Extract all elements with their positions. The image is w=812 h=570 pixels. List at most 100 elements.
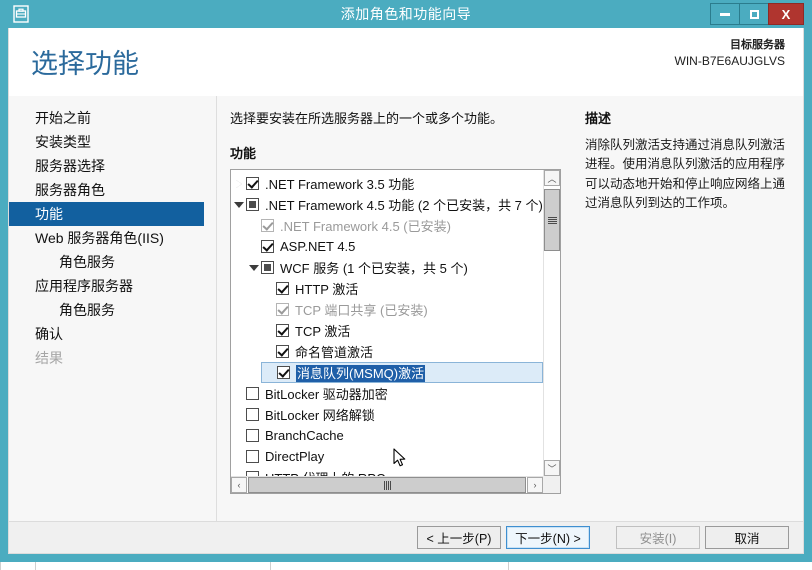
description-panel: 描述 消除队列激活支持通过消息队列激活进程。使用消息队列激活的应用程序可以动态地… [571, 96, 803, 521]
vertical-scrollbar[interactable]: ︿ ﹀ [543, 170, 560, 476]
tree-row-label: .NET Framework 4.5 功能 (2 个已安装，共 7 个) [265, 198, 543, 213]
checkbox-unchecked[interactable] [246, 387, 259, 400]
scroll-left-button[interactable]: ‹ [231, 477, 247, 493]
sidebar-item-label: 功能 [35, 206, 63, 222]
features-tree[interactable]: .NET Framework 3.5 功能 .NET Framework 4.5 … [231, 170, 543, 476]
checkbox-checked[interactable] [246, 177, 259, 190]
main-panel: 选择要安装在所选服务器上的一个或多个功能。 功能 .NET Framework … [218, 96, 571, 521]
tree-row-label: DirectPlay [265, 449, 325, 464]
sidebar-item-3[interactable]: 服务器角色 [9, 178, 216, 202]
tree-row[interactable]: WCF 服务 (1 个已安装，共 5 个) [246, 257, 543, 278]
body: 开始之前 安装类型 服务器选择 服务器角色 功能 Web 服务器角色(IIS) 角色服务 应用… [9, 96, 803, 521]
checkbox-checked[interactable] [277, 366, 290, 379]
close-button[interactable]: X [768, 3, 804, 25]
scroll-grip-icon-h [383, 480, 391, 490]
sidebar-item-label: 服务器选择 [35, 158, 105, 174]
tree-row[interactable]: TCP 激活 [261, 320, 543, 341]
sidebar-item-4[interactable]: 功能 [9, 202, 204, 226]
wizard-steps-sidebar: 开始之前 安装类型 服务器选择 服务器角色 功能 Web 服务器角色(IIS) 角色服务 应用… [9, 96, 217, 521]
tree-row[interactable]: HTTP 激活 [261, 278, 543, 299]
desktop-divider-vertical-3 [270, 562, 271, 570]
previous-button[interactable]: < 上一步(P) [417, 526, 501, 549]
next-button[interactable]: 下一步(N) > [506, 526, 590, 549]
sidebar-item-6[interactable]: 角色服务 [9, 250, 216, 274]
tree-row[interactable]: BitLocker 网络解锁 [231, 404, 543, 425]
tree-row[interactable]: BitLocker 驱动器加密 [231, 383, 543, 404]
sidebar-item-5[interactable]: Web 服务器角色(IIS) [9, 226, 216, 250]
server-wizard-icon [10, 3, 32, 25]
tree-row[interactable]: HTTP 代理上的 RPC [231, 467, 543, 476]
checkbox-checked [261, 219, 274, 232]
triangle-expanded-icon [233, 202, 244, 208]
tree-row[interactable]: 命名管道激活 [261, 341, 543, 362]
scroll-grip-icon [547, 216, 557, 224]
footer-buttons: < 上一步(P) 下一步(N) > 安装(I) 取消 [9, 521, 803, 553]
screen: 添加角色和功能向导 X 选择功能 目标服务器 WIN-B7E6AUJGLVS 开… [0, 0, 812, 570]
sidebar-item-label: 角色服务 [59, 254, 115, 270]
desktop-divider-vertical-4 [508, 562, 509, 570]
tree-row-label: HTTP 激活 [295, 282, 359, 297]
selected-text: 消息队列(MSMQ)激活 [296, 365, 426, 382]
sidebar-item-label: 开始之前 [35, 110, 91, 126]
wizard-window: 添加角色和功能向导 X 选择功能 目标服务器 WIN-B7E6AUJGLVS 开… [0, 0, 812, 562]
tree-row[interactable]: 消息队列(MSMQ)激活 [261, 362, 543, 383]
horizontal-scrollbar[interactable]: ‹ › [231, 476, 543, 493]
minimize-button[interactable] [710, 3, 740, 25]
sidebar-item-2[interactable]: 服务器选择 [9, 154, 216, 178]
sidebar-item-0[interactable]: 开始之前 [9, 106, 216, 130]
sidebar-item-9[interactable]: 确认 [9, 322, 216, 346]
window-controls: X [710, 3, 804, 25]
sidebar-item-7[interactable]: 应用程序服务器 [9, 274, 216, 298]
target-server-block: 目标服务器 WIN-B7E6AUJGLVS [675, 38, 785, 69]
scroll-right-button[interactable]: › [527, 477, 543, 493]
checkbox-checked[interactable] [261, 240, 274, 253]
checkbox-checked[interactable] [276, 282, 289, 295]
instruction-text: 选择要安装在所选服务器上的一个或多个功能。 [230, 111, 504, 126]
tree-row-label: HTTP 代理上的 RPC [265, 468, 385, 476]
tree-row[interactable]: TCP 端口共享 (已安装) [261, 299, 543, 320]
maximize-button[interactable] [739, 3, 769, 25]
tree-row[interactable]: .NET Framework 4.5 (已安装) [246, 215, 543, 236]
scroll-down-button[interactable]: ﹀ [544, 460, 560, 476]
sidebar-item-label: 服务器角色 [35, 182, 105, 198]
tree-row[interactable]: .NET Framework 4.5 功能 (2 个已安装，共 7 个) [231, 194, 543, 215]
vertical-scroll-thumb[interactable] [544, 189, 560, 251]
horizontal-scroll-thumb[interactable] [248, 477, 526, 493]
tree-row-label: .NET Framework 4.5 (已安装) [280, 219, 451, 234]
tree-row-label: .NET Framework 3.5 功能 [265, 177, 415, 192]
features-tree-box: .NET Framework 3.5 功能 .NET Framework 4.5 … [230, 169, 561, 494]
checkbox-unchecked[interactable] [246, 408, 259, 421]
chevron-down-icon[interactable] [246, 264, 261, 271]
triangle-expanded-icon [248, 265, 259, 271]
cancel-button[interactable]: 取消 [705, 526, 789, 549]
page-title: 选择功能 [31, 49, 139, 79]
tree-row[interactable]: .NET Framework 3.5 功能 [231, 173, 543, 194]
tree-row[interactable]: DirectPlay [231, 446, 543, 467]
page-header: 选择功能 目标服务器 WIN-B7E6AUJGLVS [9, 28, 803, 96]
sidebar-item-label: 确认 [35, 326, 63, 342]
scrollbar-corner [543, 476, 560, 493]
sidebar-item-8[interactable]: 角色服务 [9, 298, 216, 322]
checkbox-partial[interactable] [246, 198, 259, 211]
description-title: 描述 [585, 111, 612, 126]
sidebar-item-label: 安装类型 [35, 134, 91, 150]
tree-row[interactable]: ASP.NET 4.5 [246, 236, 543, 257]
checkbox-unchecked[interactable] [246, 429, 259, 442]
features-list-label: 功能 [230, 146, 257, 161]
tree-row-label: TCP 端口共享 (已安装) [295, 303, 428, 318]
checkbox-unchecked[interactable] [246, 450, 259, 463]
sidebar-item-1[interactable]: 安装类型 [9, 130, 216, 154]
sidebar-item-label: 结果 [35, 350, 63, 366]
checkbox-checked[interactable] [276, 324, 289, 337]
tree-row[interactable]: BranchCache [231, 425, 543, 446]
checkbox-checked[interactable] [276, 345, 289, 358]
tree-row-label: 消息队列(MSMQ)激活 [296, 363, 426, 382]
sidebar-item-label: 角色服务 [59, 302, 115, 318]
window-title: 添加角色和功能向导 [340, 6, 472, 22]
tree-row-label: ASP.NET 4.5 [280, 239, 356, 254]
checkbox-partial[interactable] [261, 261, 274, 274]
chevron-down-icon[interactable] [231, 201, 246, 208]
chevron-right-icon[interactable] [231, 179, 246, 188]
minimize-icon [720, 12, 730, 16]
scroll-up-button[interactable]: ︿ [544, 170, 560, 186]
